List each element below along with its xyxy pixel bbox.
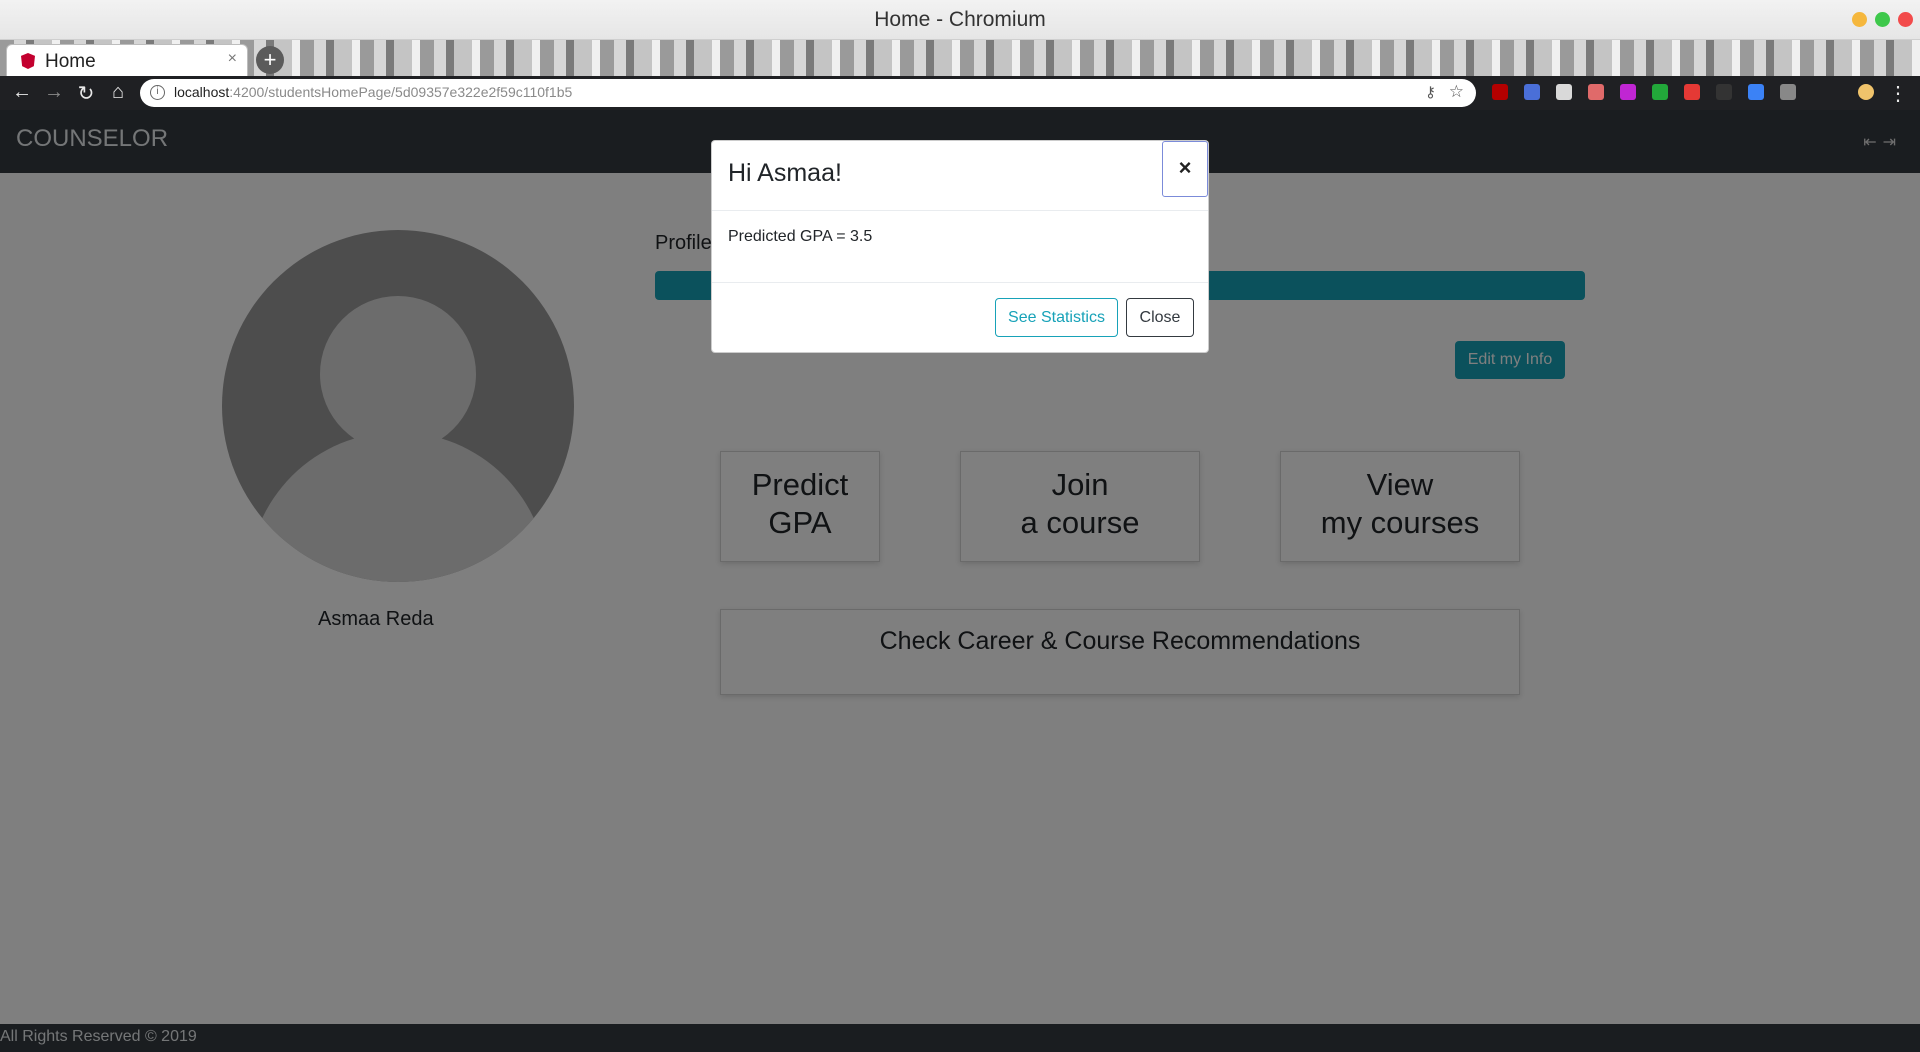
tab-home[interactable]: Home ×: [6, 44, 248, 76]
page: COUNSELOR ⇤⇥ Asmaa Reda Profile Edit my …: [0, 110, 1920, 1052]
extension-icon[interactable]: [1780, 84, 1796, 100]
back-arrow-icon[interactable]: ←: [10, 81, 34, 104]
url-text: localhost:4200/studentsHomePage/5d09357e…: [174, 84, 572, 100]
menu-icon[interactable]: ⋮: [1886, 81, 1910, 106]
extension-icon[interactable]: [1492, 84, 1508, 100]
modal-title: Hi Asmaa!: [728, 159, 842, 187]
site-info-icon[interactable]: i: [150, 85, 165, 100]
extension-icon[interactable]: [1588, 84, 1604, 100]
window-titlebar: Home - Chromium: [0, 0, 1920, 40]
modal-close-icon[interactable]: ×: [1162, 141, 1208, 197]
extension-icon[interactable]: [1620, 84, 1636, 100]
angular-favicon-icon: [21, 53, 35, 69]
url-host: localhost: [174, 84, 230, 100]
extension-icon[interactable]: [1524, 84, 1540, 100]
tab-strip: Home × +: [0, 40, 1920, 76]
tab-label: Home: [45, 51, 96, 72]
forward-arrow-icon[interactable]: →: [42, 81, 66, 104]
address-bar[interactable]: i localhost:4200/studentsHomePage/5d0935…: [140, 79, 1476, 107]
gpa-modal: Hi Asmaa! × Predicted GPA = 3.5 See Stat…: [711, 140, 1209, 353]
extension-icon[interactable]: [1652, 84, 1668, 100]
extension-icon[interactable]: [1716, 84, 1732, 100]
url-path: :4200/studentsHomePage/5d09357e322e2f59c…: [229, 84, 573, 100]
key-icon[interactable]: ⚷: [1425, 83, 1436, 101]
close-button[interactable]: Close: [1126, 298, 1194, 337]
modal-header: Hi Asmaa! ×: [712, 141, 1208, 211]
new-tab-button[interactable]: +: [256, 46, 284, 74]
profile-avatar-icon[interactable]: [1858, 84, 1874, 100]
extension-icon[interactable]: [1748, 84, 1764, 100]
bookmark-star-icon[interactable]: ☆: [1449, 82, 1464, 102]
close-window-button[interactable]: [1898, 12, 1913, 27]
extension-icon[interactable]: [1556, 84, 1572, 100]
maximize-window-button[interactable]: [1875, 12, 1890, 27]
extension-icon[interactable]: [1684, 84, 1700, 100]
modal-footer: See Statistics Close: [712, 282, 1208, 354]
reload-icon[interactable]: ↻: [74, 81, 98, 106]
close-tab-icon[interactable]: ×: [228, 50, 237, 68]
minimize-window-button[interactable]: [1852, 12, 1867, 27]
window-title: Home - Chromium: [874, 8, 1046, 31]
browser-toolbar: ← → ↻ ⌂ i localhost:4200/studentsHomePag…: [0, 76, 1920, 110]
predicted-gpa-text: Predicted GPA = 3.5: [728, 228, 873, 245]
home-icon[interactable]: ⌂: [106, 81, 130, 104]
see-statistics-button[interactable]: See Statistics: [995, 298, 1118, 337]
